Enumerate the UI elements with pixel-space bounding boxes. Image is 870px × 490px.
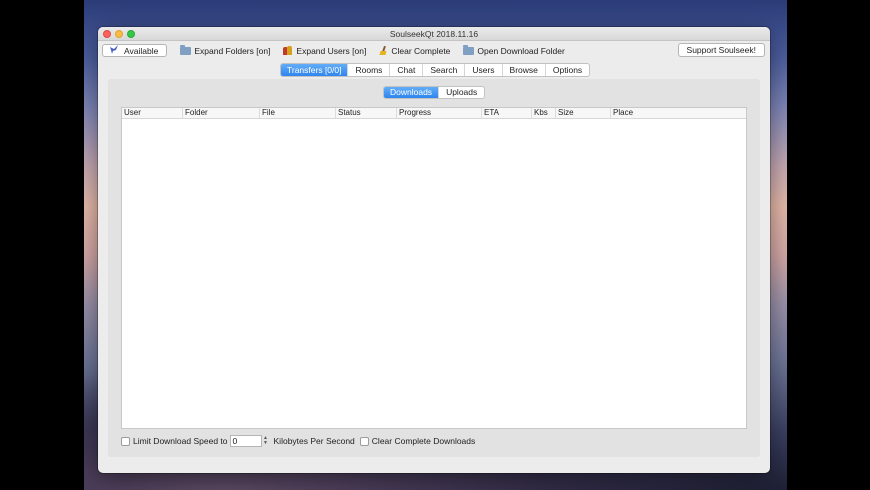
support-soulseek-button[interactable]: Support Soulseek!	[677, 43, 765, 57]
speed-limit-input[interactable]: 0	[229, 435, 262, 447]
tab-browse[interactable]: Browse	[501, 64, 545, 76]
clear-complete-downloads-checkbox[interactable]	[359, 436, 369, 446]
status-button[interactable]: Available	[102, 44, 168, 57]
column-header-status[interactable]: Status	[336, 108, 397, 118]
bird-icon	[109, 45, 119, 56]
titlebar: SoulseekQt 2018.11.16	[98, 27, 770, 41]
column-header-progress[interactable]: Progress	[397, 108, 482, 118]
users-icon	[283, 46, 293, 55]
folder-icon	[463, 44, 475, 55]
tab-users[interactable]: Users	[464, 64, 501, 76]
table-header: User Folder File Status Progress ETA Kbs…	[122, 108, 746, 119]
expand-folders-label: Expand Folders [on]	[194, 45, 271, 56]
close-window-button[interactable]	[103, 30, 111, 38]
column-header-folder[interactable]: Folder	[183, 108, 260, 118]
speed-limit-stepper[interactable]: ▲ ▼	[262, 435, 270, 447]
speed-unit-label: Kilobytes Per Second	[273, 436, 355, 446]
minimize-window-button[interactable]	[115, 30, 123, 38]
zoom-window-button[interactable]	[127, 30, 135, 38]
transfers-panel: Downloads Uploads User Folder File Statu…	[108, 79, 760, 457]
column-header-user[interactable]: User	[122, 108, 183, 118]
main-tabs: Transfers [0/0] Rooms Chat Search Users …	[280, 63, 591, 77]
window-title: SoulseekQt 2018.11.16	[389, 29, 479, 39]
window-controls	[103, 30, 135, 38]
column-header-kbs[interactable]: Kbs	[532, 108, 556, 118]
status-label: Available	[124, 45, 159, 56]
tab-uploads[interactable]: Uploads	[438, 87, 484, 98]
tab-transfers[interactable]: Transfers [0/0]	[281, 64, 348, 76]
expand-users-label: Expand Users [on]	[296, 45, 367, 56]
folder-icon	[180, 44, 192, 55]
expand-folders-button[interactable]: Expand Folders [on]	[180, 44, 271, 56]
limit-speed-checkbox[interactable]	[121, 436, 130, 446]
column-header-size[interactable]: Size	[556, 108, 611, 118]
tab-rooms[interactable]: Rooms	[347, 64, 389, 76]
tab-search[interactable]: Search	[422, 64, 464, 76]
limit-speed-label: Limit Download Speed to	[133, 436, 228, 446]
clear-complete-button[interactable]: Clear Complete	[379, 46, 450, 56]
tab-options[interactable]: Options	[544, 64, 589, 76]
downloads-table[interactable]: User Folder File Status Progress ETA Kbs…	[121, 107, 747, 429]
expand-users-button[interactable]: Expand Users [on]	[283, 46, 366, 56]
clear-complete-downloads-label: Clear Complete Downloads	[371, 436, 476, 446]
column-header-place[interactable]: Place	[611, 108, 746, 118]
download-options-bar: Limit Download Speed to 0 ▲ ▼ Kilobytes …	[121, 434, 475, 448]
toolbar: Available Expand Folders [on] Expand Use…	[98, 41, 770, 60]
tab-chat[interactable]: Chat	[389, 64, 422, 76]
app-window: SoulseekQt 2018.11.16 Available Expand F…	[98, 27, 770, 473]
column-header-file[interactable]: File	[260, 108, 336, 118]
tab-downloads[interactable]: Downloads	[384, 87, 439, 98]
open-download-folder-label: Open Download Folder	[477, 45, 565, 56]
stepper-down-icon[interactable]: ▼	[263, 441, 268, 446]
broom-icon	[379, 46, 388, 56]
table-body[interactable]	[122, 119, 746, 428]
transfer-subtabs: Downloads Uploads	[383, 86, 486, 99]
open-download-folder-button[interactable]: Open Download Folder	[463, 44, 565, 56]
column-header-eta[interactable]: ETA	[482, 108, 532, 118]
clear-complete-label: Clear Complete	[391, 45, 451, 56]
